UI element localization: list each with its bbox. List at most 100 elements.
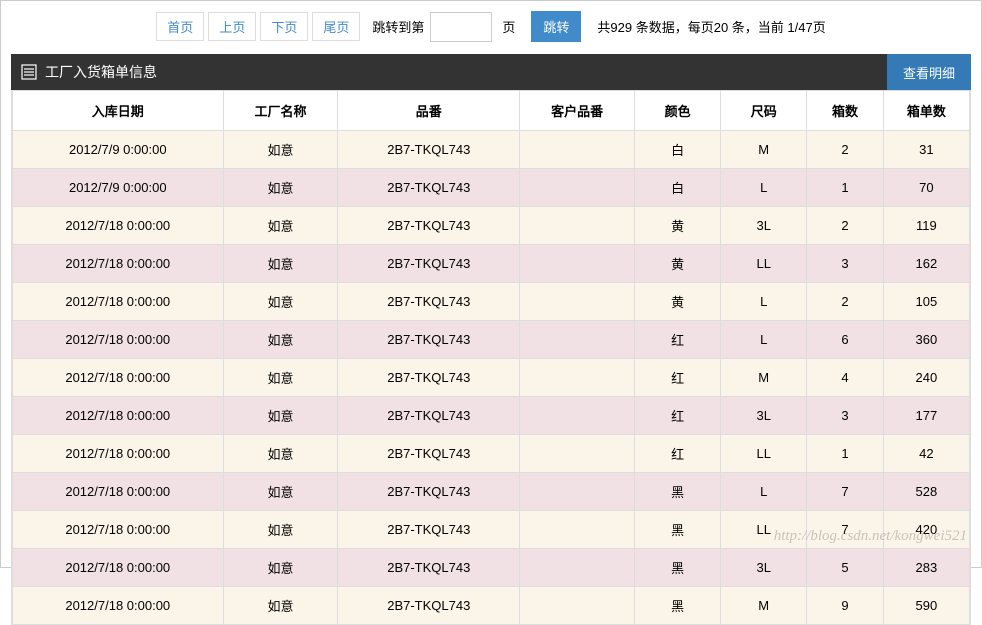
- cell-factory: 如意: [223, 207, 338, 245]
- cell-customer: [520, 245, 635, 283]
- table-row[interactable]: 2012/7/18 0:00:00如意2B7-TKQL743黑LL7420: [13, 511, 970, 549]
- cell-box: 6: [807, 321, 884, 359]
- col-header-size: 尺码: [721, 91, 807, 131]
- col-header-color: 颜色: [635, 91, 721, 131]
- cell-product: 2B7-TKQL743: [338, 397, 520, 435]
- cell-size: LL: [721, 435, 807, 473]
- cell-size: 3L: [721, 397, 807, 435]
- cell-date: 2012/7/18 0:00:00: [13, 511, 224, 549]
- cell-color: 红: [635, 435, 721, 473]
- cell-size: L: [721, 283, 807, 321]
- cell-date: 2012/7/18 0:00:00: [13, 435, 224, 473]
- table-header-row: 入库日期 工厂名称 品番 客户品番 颜色 尺码 箱数 箱单数: [13, 91, 970, 131]
- cell-factory: 如意: [223, 587, 338, 625]
- cell-qty: 162: [883, 245, 969, 283]
- page-info-label: 共929 条数据，每页20 条，当前 1/47页: [597, 17, 825, 36]
- cell-box: 1: [807, 435, 884, 473]
- cell-box: 3: [807, 245, 884, 283]
- table-row[interactable]: 2012/7/18 0:00:00如意2B7-TKQL743红M4240: [13, 359, 970, 397]
- cell-factory: 如意: [223, 435, 338, 473]
- jump-button[interactable]: 跳转: [531, 11, 581, 42]
- cell-box: 2: [807, 207, 884, 245]
- cell-date: 2012/7/18 0:00:00: [13, 207, 224, 245]
- cell-product: 2B7-TKQL743: [338, 587, 520, 625]
- cell-box: 3: [807, 397, 884, 435]
- table-row[interactable]: 2012/7/18 0:00:00如意2B7-TKQL743黄L2105: [13, 283, 970, 321]
- cell-date: 2012/7/18 0:00:00: [13, 283, 224, 321]
- data-table: 入库日期 工厂名称 品番 客户品番 颜色 尺码 箱数 箱单数 2012/7/9 …: [12, 90, 970, 625]
- cell-color: 黑: [635, 473, 721, 511]
- table-row[interactable]: 2012/7/18 0:00:00如意2B7-TKQL743黑L7528: [13, 473, 970, 511]
- panel-title-text: 工厂入货箱单信息: [45, 62, 157, 82]
- cell-customer: [520, 359, 635, 397]
- first-page-link[interactable]: 首页: [156, 12, 204, 41]
- cell-color: 白: [635, 131, 721, 169]
- cell-qty: 528: [883, 473, 969, 511]
- cell-size: 3L: [721, 207, 807, 245]
- view-detail-button[interactable]: 查看明细: [887, 54, 971, 90]
- cell-size: M: [721, 359, 807, 397]
- cell-box: 7: [807, 511, 884, 549]
- col-header-qty: 箱单数: [883, 91, 969, 131]
- table-row[interactable]: 2012/7/18 0:00:00如意2B7-TKQL743黄LL3162: [13, 245, 970, 283]
- cell-customer: [520, 587, 635, 625]
- col-header-date: 入库日期: [13, 91, 224, 131]
- cell-color: 黑: [635, 587, 721, 625]
- table-row[interactable]: 2012/7/18 0:00:00如意2B7-TKQL743红LL142: [13, 435, 970, 473]
- jump-page-input[interactable]: [430, 12, 492, 42]
- cell-qty: 360: [883, 321, 969, 359]
- cell-color: 红: [635, 397, 721, 435]
- cell-box: 2: [807, 131, 884, 169]
- cell-product: 2B7-TKQL743: [338, 473, 520, 511]
- cell-factory: 如意: [223, 245, 338, 283]
- panel-header: 工厂入货箱单信息 查看明细: [11, 54, 971, 90]
- cell-color: 黑: [635, 511, 721, 549]
- table-body: 2012/7/9 0:00:00如意2B7-TKQL743白M2312012/7…: [13, 131, 970, 625]
- cell-size: LL: [721, 245, 807, 283]
- prev-page-link[interactable]: 上页: [208, 12, 256, 41]
- cell-date: 2012/7/18 0:00:00: [13, 359, 224, 397]
- cell-product: 2B7-TKQL743: [338, 169, 520, 207]
- cell-qty: 119: [883, 207, 969, 245]
- cell-factory: 如意: [223, 359, 338, 397]
- cell-qty: 240: [883, 359, 969, 397]
- table-row[interactable]: 2012/7/9 0:00:00如意2B7-TKQL743白L170: [13, 169, 970, 207]
- cell-customer: [520, 283, 635, 321]
- cell-qty: 177: [883, 397, 969, 435]
- panel-title: 工厂入货箱单信息: [21, 62, 157, 82]
- cell-date: 2012/7/18 0:00:00: [13, 473, 224, 511]
- list-icon: [21, 64, 37, 80]
- table-row[interactable]: 2012/7/18 0:00:00如意2B7-TKQL743黑M9590: [13, 587, 970, 625]
- cell-date: 2012/7/18 0:00:00: [13, 587, 224, 625]
- next-page-link[interactable]: 下页: [260, 12, 308, 41]
- cell-box: 7: [807, 473, 884, 511]
- cell-customer: [520, 207, 635, 245]
- panel: 工厂入货箱单信息 查看明细 入库日期 工厂名称 品番 客户品番 颜色 尺码 箱数…: [11, 54, 971, 625]
- cell-size: LL: [721, 511, 807, 549]
- cell-color: 黄: [635, 283, 721, 321]
- cell-qty: 420: [883, 511, 969, 549]
- table-row[interactable]: 2012/7/9 0:00:00如意2B7-TKQL743白M231: [13, 131, 970, 169]
- table-row[interactable]: 2012/7/18 0:00:00如意2B7-TKQL743黄3L2119: [13, 207, 970, 245]
- cell-product: 2B7-TKQL743: [338, 245, 520, 283]
- cell-date: 2012/7/9 0:00:00: [13, 169, 224, 207]
- cell-factory: 如意: [223, 321, 338, 359]
- cell-product: 2B7-TKQL743: [338, 283, 520, 321]
- cell-color: 白: [635, 169, 721, 207]
- cell-qty: 31: [883, 131, 969, 169]
- cell-color: 红: [635, 359, 721, 397]
- cell-customer: [520, 321, 635, 359]
- cell-qty: 70: [883, 169, 969, 207]
- cell-factory: 如意: [223, 283, 338, 321]
- last-page-link[interactable]: 尾页: [312, 12, 360, 41]
- table-row[interactable]: 2012/7/18 0:00:00如意2B7-TKQL743红L6360: [13, 321, 970, 359]
- cell-product: 2B7-TKQL743: [338, 435, 520, 473]
- cell-date: 2012/7/18 0:00:00: [13, 321, 224, 359]
- cell-customer: [520, 473, 635, 511]
- table-row[interactable]: 2012/7/18 0:00:00如意2B7-TKQL743红3L3177: [13, 397, 970, 435]
- table-wrap: 入库日期 工厂名称 品番 客户品番 颜色 尺码 箱数 箱单数 2012/7/9 …: [11, 90, 971, 625]
- cell-box: 2: [807, 283, 884, 321]
- cell-color: 黄: [635, 207, 721, 245]
- cell-factory: 如意: [223, 511, 338, 549]
- col-header-customer: 客户品番: [520, 91, 635, 131]
